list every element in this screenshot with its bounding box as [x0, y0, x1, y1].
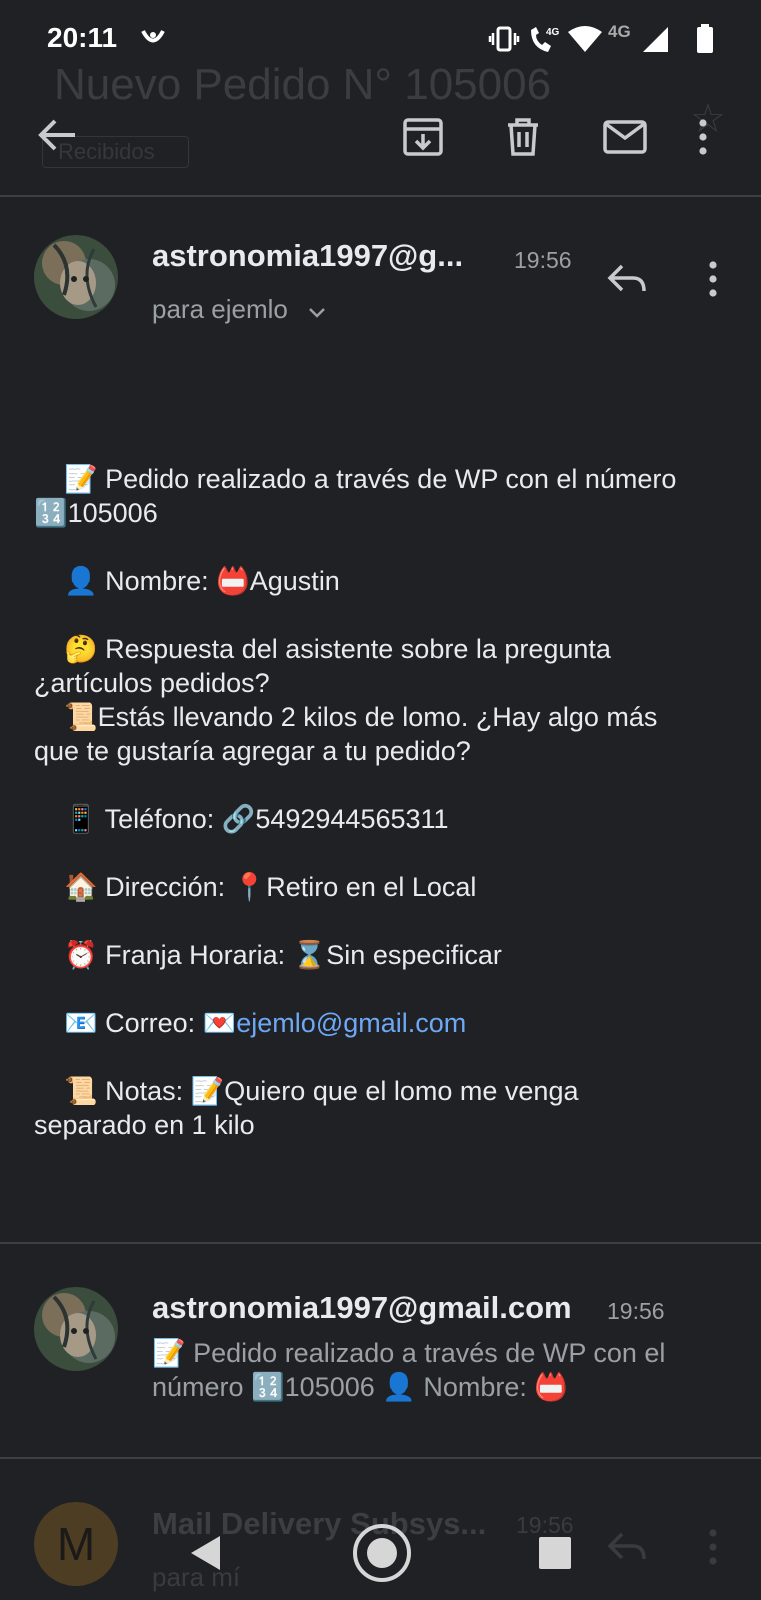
status-time: 20:11: [47, 22, 118, 53]
wifi-icon: [567, 24, 603, 54]
email-paragraph: 📧 Correo: 💌ejemlo@gmail.com: [64, 1008, 467, 1038]
volte-call-icon: 4G: [528, 24, 562, 54]
delivery-avatar[interactable]: M: [34, 1502, 118, 1586]
back-arrow-icon[interactable]: [34, 112, 80, 158]
message-body: 📝 Pedido realizado a través de WP con el…: [34, 462, 734, 1176]
phone-paragraph: 📱 Teléfono: 🔗5492944565311: [64, 804, 449, 834]
nav-back-icon[interactable]: [180, 1528, 230, 1578]
assistant-paragraph: 🤔 Respuesta del asistente sobre la pregu…: [34, 634, 658, 766]
sender-name: astronomia1997@g...: [152, 238, 464, 273]
message-time: 19:56: [514, 247, 572, 273]
chevron-down-icon[interactable]: [307, 296, 327, 327]
address-paragraph: 🏠 Dirección: 📍Retiro en el Local: [64, 872, 477, 902]
schedule-paragraph: ⏰ Franja Horaria: ⌛Sin especificar: [64, 940, 502, 970]
collapsed-message-time: 19:56: [607, 1298, 665, 1324]
network-type-label: 4G: [608, 22, 631, 41]
order-paragraph: 📝 Pedido realizado a través de WP con el…: [34, 464, 677, 528]
email-subject: Nuevo Pedido N° 105006: [54, 60, 552, 109]
archive-icon[interactable]: [400, 114, 446, 160]
reply-icon[interactable]: [604, 256, 650, 302]
recipient-text: para ejemlo: [152, 294, 288, 324]
mark-unread-icon[interactable]: [602, 114, 648, 160]
nav-home-icon[interactable]: [349, 1520, 415, 1586]
notification-icon: [139, 24, 167, 54]
svg-text:4G: 4G: [546, 27, 560, 38]
signal-icon: [640, 24, 670, 54]
ghost-more-icon[interactable]: [700, 1526, 726, 1568]
battery-icon: [694, 24, 716, 54]
collapsed-sender-name[interactable]: astronomia1997@gmail.com: [152, 1290, 572, 1326]
notes-paragraph: 📜 Notas: 📝Quiero que el lomo me venga sep…: [34, 1076, 579, 1140]
message-more-icon[interactable]: [700, 258, 726, 300]
delete-icon[interactable]: [500, 114, 546, 160]
ghost-reply-icon[interactable]: [604, 1524, 650, 1570]
name-paragraph: 👤 Nombre: 📛Agustin: [64, 566, 340, 596]
email-link[interactable]: ejemlo@gmail.com: [236, 1008, 466, 1038]
more-vert-icon[interactable]: [688, 114, 718, 160]
collapsed-sender-avatar[interactable]: [34, 1287, 118, 1371]
sender-avatar[interactable]: [34, 235, 118, 319]
message-divider: [0, 1242, 761, 1244]
collapsed-snippet[interactable]: 📝 Pedido realizado a través de WP con el…: [152, 1336, 692, 1404]
toolbar-divider: [0, 195, 761, 197]
nav-recents-icon[interactable]: [530, 1528, 580, 1578]
vibrate-icon: [488, 24, 520, 54]
recipient-line[interactable]: para ejemlo: [152, 294, 327, 327]
collapsed-divider: [0, 1457, 761, 1459]
